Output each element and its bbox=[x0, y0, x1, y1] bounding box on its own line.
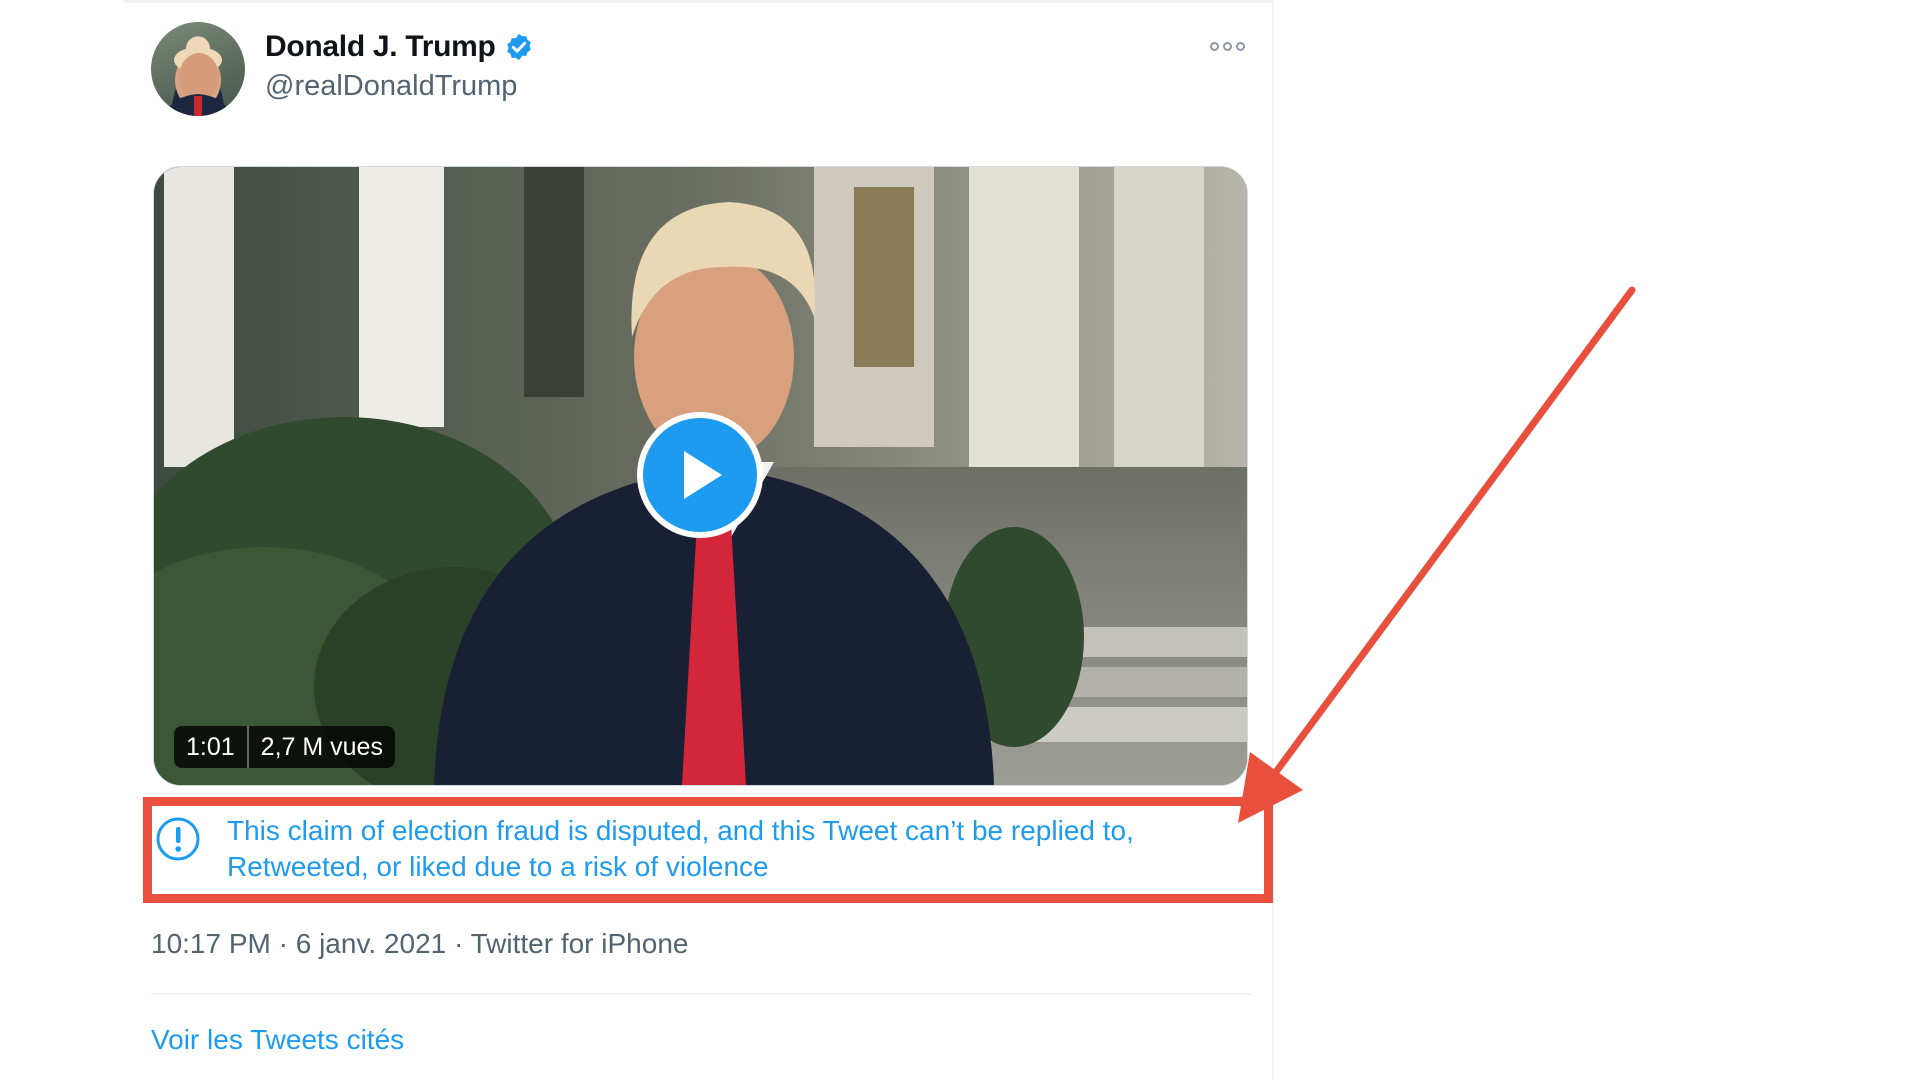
avatar[interactable] bbox=[151, 22, 245, 116]
verified-badge-icon bbox=[504, 32, 534, 62]
profile-photo bbox=[165, 47, 231, 116]
disputed-claim-notice[interactable]: This claim of election fraud is disputed… bbox=[151, 800, 1241, 900]
notice-text: This claim of election fraud is disputed… bbox=[227, 815, 1134, 882]
author-name-row: Donald J. Trump bbox=[265, 30, 534, 64]
author-handle[interactable]: @realDonaldTrump bbox=[265, 70, 517, 103]
video-duration: 1:01 bbox=[174, 726, 249, 768]
tweet: Donald J. Trump @realDonaldTrump 1:01 2,… bbox=[151, 0, 1251, 1080]
tweet-timestamp[interactable]: 10:17 PM · 6 janv. 2021 · Twitter for iP… bbox=[151, 928, 688, 960]
play-icon bbox=[684, 451, 722, 499]
more-options-icon[interactable] bbox=[1210, 38, 1246, 54]
display-name[interactable]: Donald J. Trump bbox=[265, 30, 496, 64]
quote-tweets-link[interactable]: Voir les Tweets cités bbox=[151, 1024, 404, 1056]
exclamation-circle-icon bbox=[155, 816, 201, 862]
video-player[interactable]: 1:01 2,7 M vues bbox=[153, 166, 1248, 786]
column-border bbox=[1272, 0, 1274, 1080]
video-views: 2,7 M vues bbox=[260, 733, 383, 761]
divider bbox=[151, 993, 1251, 995]
play-button[interactable] bbox=[637, 412, 763, 538]
video-meta-badge: 1:01 2,7 M vues bbox=[174, 726, 395, 768]
